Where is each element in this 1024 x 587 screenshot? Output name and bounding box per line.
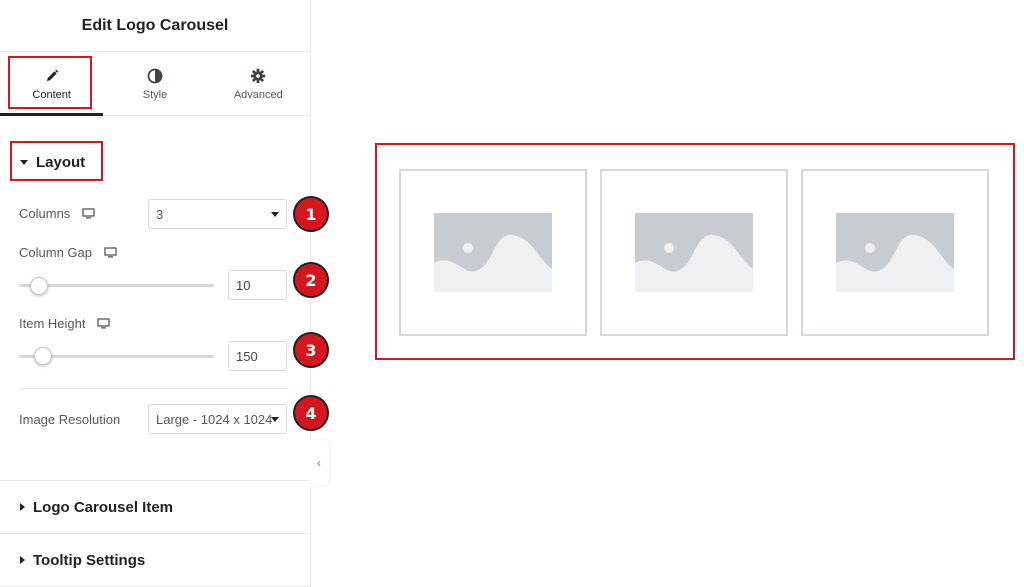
panel-tabs: Content Style Advanced: [0, 52, 310, 116]
caret-down-icon: [20, 160, 28, 165]
callout-badge-4: 4: [293, 395, 329, 431]
gear-icon: [250, 67, 266, 85]
logo-carousel-preview[interactable]: [375, 143, 1015, 360]
column-gap-label: Column Gap: [19, 245, 92, 260]
placeholder-image-icon: [836, 213, 954, 292]
column-gap-input[interactable]: 10: [228, 270, 287, 300]
desktop-icon: [82, 208, 95, 219]
columns-label: Columns: [19, 206, 71, 221]
column-gap-slider-handle[interactable]: [30, 277, 48, 295]
chevron-down-icon: [271, 212, 279, 217]
tab-style[interactable]: Style: [103, 52, 206, 115]
columns-select[interactable]: 3: [148, 199, 287, 229]
desktop-icon: [97, 318, 111, 329]
logo-item[interactable]: [801, 169, 989, 336]
desktop-icon: [104, 247, 117, 258]
item-height-value: 150: [236, 348, 258, 364]
item-height-label: Item Height: [19, 316, 86, 331]
tab-advanced-label: Advanced: [233, 88, 283, 101]
column-gap-value: 10: [236, 277, 251, 293]
item-height-input[interactable]: 150: [228, 341, 287, 371]
half-circle-icon: [147, 67, 163, 85]
chevron-left-icon: ‹: [317, 456, 321, 470]
callout-badge-1: 1: [293, 196, 329, 232]
logo-item[interactable]: [399, 169, 587, 336]
section-divider: [19, 388, 289, 389]
tooltip-settings-section[interactable]: Tooltip Settings: [0, 534, 310, 587]
tooltip-settings-title: Tooltip Settings: [33, 551, 146, 569]
image-resolution-value: Large - 1024 x 1024: [156, 411, 273, 427]
logo-item[interactable]: [600, 169, 788, 336]
column-gap-slider-track[interactable]: [19, 284, 214, 287]
logo-carousel-item-title: Logo Carousel Item: [33, 498, 174, 516]
item-height-control-label: Item Height: [19, 316, 111, 331]
caret-right-icon: [20, 556, 25, 564]
callout-badge-2: 2: [293, 262, 329, 298]
tab-content[interactable]: Content: [0, 52, 103, 115]
tab-advanced[interactable]: Advanced: [207, 52, 310, 115]
tab-style-label: Style: [142, 88, 168, 101]
placeholder-image-icon: [635, 213, 753, 292]
image-resolution-label: Image Resolution: [19, 412, 121, 427]
item-height-slider-handle[interactable]: [34, 347, 52, 365]
columns-value: 3: [156, 206, 164, 222]
layout-section-header[interactable]: Layout: [20, 154, 85, 171]
pencil-icon: [45, 67, 59, 85]
layout-section-title: Layout: [36, 154, 86, 171]
placeholder-image-icon: [434, 213, 552, 292]
chevron-down-icon: [271, 417, 279, 422]
editor-panel: Edit Logo Carousel Content Style Advance…: [0, 0, 329, 587]
collapse-panel-button[interactable]: ‹: [309, 440, 329, 486]
caret-right-icon: [20, 503, 25, 511]
logo-carousel-item-section[interactable]: Logo Carousel Item: [0, 481, 310, 534]
active-tab-indicator: [0, 113, 103, 116]
column-gap-control-label: Column Gap: [19, 245, 117, 260]
panel-title: Edit Logo Carousel: [0, 0, 310, 52]
callout-badge-3: 3: [293, 332, 329, 368]
layout-section: Layout Columns 3 1 Column Gap 10 2 Item …: [0, 117, 329, 481]
image-resolution-select[interactable]: Large - 1024 x 1024: [148, 404, 287, 434]
columns-control-label: Columns: [19, 206, 95, 221]
tab-content-label: Content: [32, 88, 71, 101]
image-resolution-control-label: Image Resolution: [19, 412, 120, 427]
